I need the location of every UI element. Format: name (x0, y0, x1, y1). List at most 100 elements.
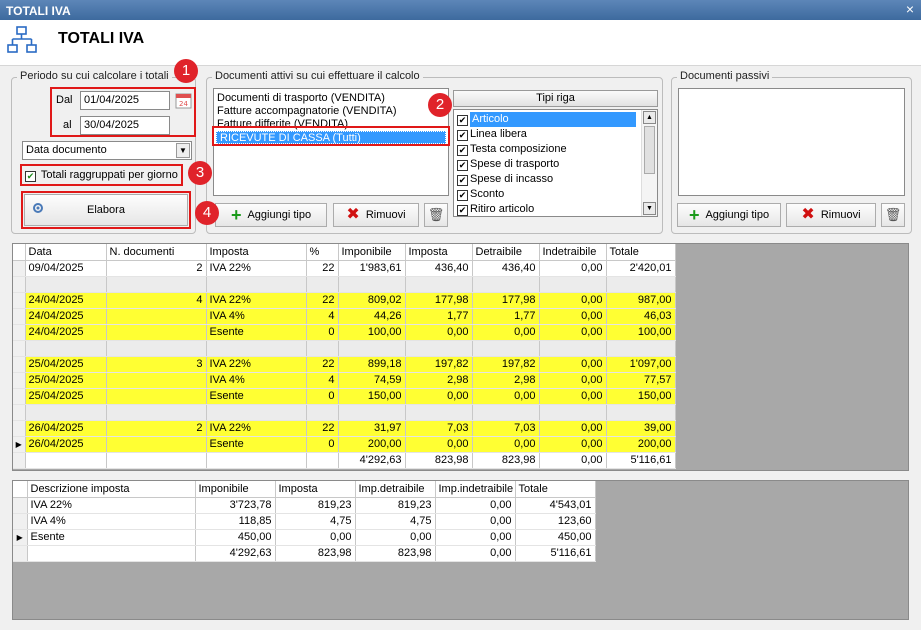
table-cell[interactable]: 450,00 (195, 529, 276, 546)
table-cell[interactable]: 150,00 (606, 388, 676, 405)
table-cell[interactable]: 4,75 (355, 513, 436, 530)
table-cell[interactable]: 7,03 (405, 420, 473, 437)
table-cell[interactable]: 0,00 (435, 497, 516, 514)
row-type-label[interactable]: Articolo (470, 112, 636, 127)
column-header[interactable]: Descrizione imposta (27, 481, 196, 498)
row-indicator[interactable] (13, 404, 26, 421)
table-cell[interactable]: 0,00 (435, 545, 516, 562)
column-header[interactable]: Imposta (275, 481, 356, 498)
table-row[interactable]: 4'292,63 823,98 823,98 0,00 5'116,61 (13, 545, 596, 562)
table-cell[interactable]: 0,00 (435, 513, 516, 530)
column-header[interactable]: Totale (515, 481, 596, 498)
row-indicator[interactable] (13, 497, 28, 514)
table-cell[interactable] (606, 340, 676, 357)
row-indicator[interactable] (13, 356, 26, 373)
passive-add-type-button[interactable]: + Aggiungi tipo (677, 203, 781, 227)
table-cell[interactable]: 0,00 (539, 420, 607, 437)
table-cell[interactable]: 24/04/2025 (25, 308, 107, 325)
table-cell[interactable]: 436,40 (405, 260, 473, 277)
table-cell[interactable]: 0,00 (539, 308, 607, 325)
table-cell[interactable]: 0,00 (539, 388, 607, 405)
add-type-button[interactable]: + Aggiungi tipo (215, 203, 327, 227)
table-cell[interactable]: 3 (106, 356, 207, 373)
table-cell[interactable]: 1,77 (405, 308, 473, 325)
table-cell[interactable]: 899,18 (338, 356, 406, 373)
table-cell[interactable]: 200,00 (606, 436, 676, 453)
table-cell[interactable]: 09/04/2025 (25, 260, 107, 277)
table-cell[interactable]: 0,00 (539, 372, 607, 389)
table-cell[interactable]: IVA 4% (206, 372, 307, 389)
table-row[interactable]: 25/04/2025 IVA 4% 4 74,59 2,98 2,98 0,00 77,57 (13, 372, 676, 389)
table-cell[interactable] (106, 276, 207, 293)
current-row-arrow-icon[interactable]: ▶ (13, 529, 28, 546)
table-cell[interactable] (106, 388, 207, 405)
trash-button[interactable]: 🗑 (424, 203, 448, 227)
table-cell[interactable] (106, 452, 207, 469)
row-indicator[interactable] (13, 420, 26, 437)
table-cell[interactable]: 4,75 (275, 513, 356, 530)
column-header[interactable]: Imp.indetraibile (435, 481, 516, 498)
table-cell[interactable] (106, 324, 207, 341)
table-cell[interactable] (606, 276, 676, 293)
table-cell[interactable]: 2'420,01 (606, 260, 676, 277)
table-cell[interactable] (106, 372, 207, 389)
table-cell[interactable]: IVA 22% (206, 356, 307, 373)
table-row[interactable] (13, 276, 676, 293)
table-row[interactable]: 24/04/2025 IVA 4% 4 44,26 1,77 1,77 0,00 46,03 (13, 308, 676, 325)
table-cell[interactable]: 0 (306, 324, 339, 341)
table-cell[interactable]: 0,00 (472, 388, 540, 405)
passive-trash-button[interactable]: 🗑 (881, 203, 905, 227)
table-cell[interactable]: 39,00 (606, 420, 676, 437)
table-cell[interactable]: 0,00 (539, 436, 607, 453)
table-cell[interactable]: 25/04/2025 (25, 388, 107, 405)
table-row[interactable]: ▶ 26/04/2025 Esente 0 200,00 0,00 0,00 0,00 200,… (13, 436, 676, 453)
table-cell[interactable]: IVA 22% (27, 497, 196, 514)
main-grid[interactable]: Data N. documenti Imposta% Imponibile Impost… (12, 243, 909, 471)
table-cell[interactable] (306, 276, 339, 293)
row-indicator[interactable] (13, 324, 26, 341)
table-cell[interactable]: 44,26 (338, 308, 406, 325)
table-cell[interactable]: IVA 4% (206, 308, 307, 325)
table-cell[interactable]: 24/04/2025 (25, 292, 107, 309)
table-cell[interactable]: 4 (106, 292, 207, 309)
table-cell[interactable] (106, 404, 207, 421)
row-indicator[interactable] (13, 308, 26, 325)
table-row[interactable]: 25/04/2025 Esente 0 150,00 0,00 0,00 0,00 150,0… (13, 388, 676, 405)
table-cell[interactable]: 4'543,01 (515, 497, 596, 514)
column-header[interactable]: Imposta (206, 244, 307, 261)
checkbox-checked-icon[interactable]: ✔ (457, 175, 468, 186)
table-cell[interactable] (27, 545, 196, 562)
table-cell[interactable]: 74,59 (338, 372, 406, 389)
row-type-label[interactable]: Sconto (470, 188, 504, 200)
table-cell[interactable]: 823,98 (472, 452, 540, 469)
table-cell[interactable]: 0,00 (472, 324, 540, 341)
table-cell[interactable]: IVA 4% (27, 513, 196, 530)
table-cell[interactable]: 0,00 (405, 388, 473, 405)
table-cell[interactable]: 819,23 (275, 497, 356, 514)
table-cell[interactable]: Esente (206, 388, 307, 405)
table-cell[interactable]: 5'116,61 (606, 452, 676, 469)
table-cell[interactable]: 22 (306, 420, 339, 437)
scroll-up-icon[interactable]: ▲ (643, 111, 656, 124)
table-cell[interactable]: 823,98 (275, 545, 356, 562)
table-cell[interactable]: 123,60 (515, 513, 596, 530)
table-cell[interactable]: 5'116,61 (515, 545, 596, 562)
table-cell[interactable] (206, 276, 307, 293)
table-cell[interactable] (472, 276, 540, 293)
table-cell[interactable]: 26/04/2025 (25, 436, 107, 453)
row-indicator[interactable] (13, 452, 26, 469)
table-cell[interactable]: 197,82 (472, 356, 540, 373)
table-row[interactable]: IVA 4% 118,85 4,75 4,75 0,00 123,60 (13, 513, 596, 530)
scroll-thumb[interactable] (644, 126, 655, 174)
table-cell[interactable] (405, 276, 473, 293)
table-cell[interactable] (106, 308, 207, 325)
table-cell[interactable]: 77,57 (606, 372, 676, 389)
row-indicator[interactable] (13, 260, 26, 277)
column-header[interactable]: Indetraibile (539, 244, 607, 261)
table-cell[interactable] (606, 404, 676, 421)
row-indicator[interactable] (13, 340, 26, 357)
table-cell[interactable]: 200,00 (338, 436, 406, 453)
table-cell[interactable]: 2,98 (472, 372, 540, 389)
row-type-label[interactable]: Linea libera (470, 128, 527, 140)
row-type-label[interactable]: Ritiro articolo (470, 203, 534, 215)
